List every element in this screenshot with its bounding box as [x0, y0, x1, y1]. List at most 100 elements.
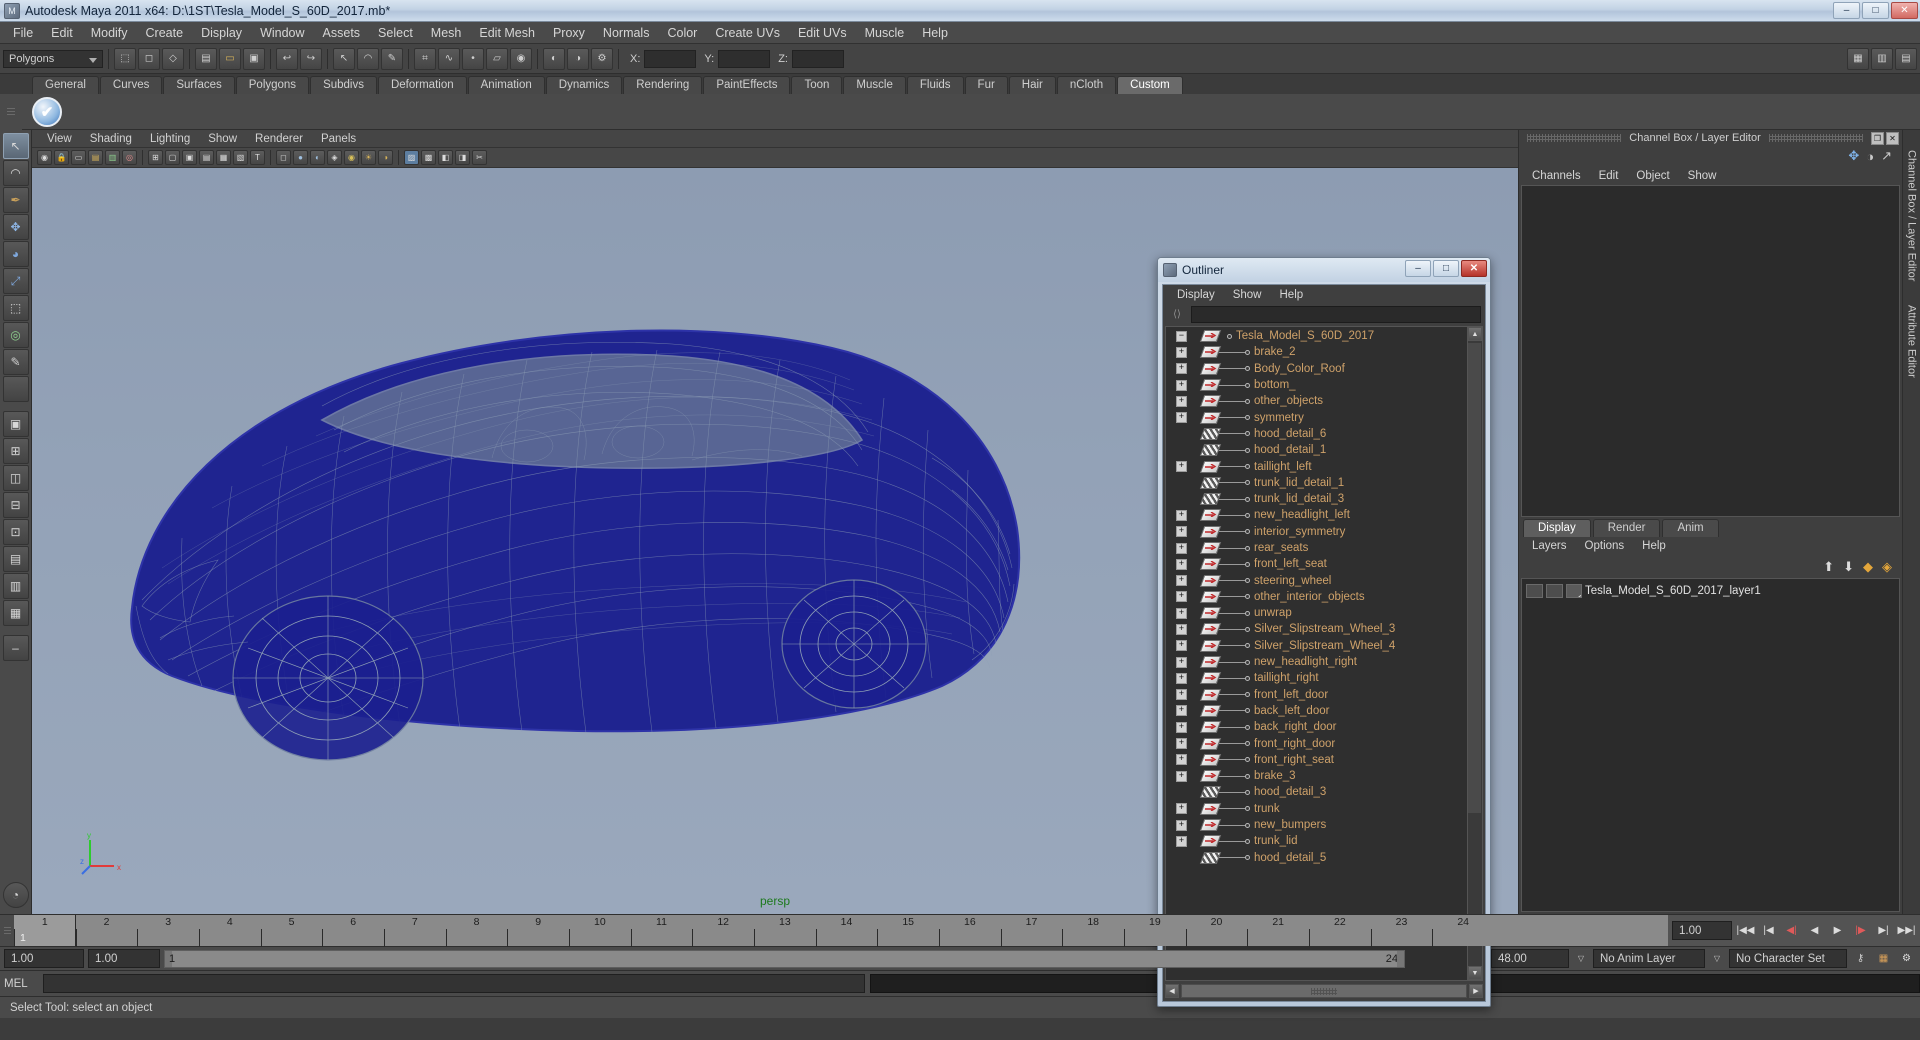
- outliner-item-label[interactable]: Silver_Slipstream_Wheel_3: [1254, 623, 1395, 635]
- key-icon[interactable]: ⚷: [1851, 949, 1870, 968]
- playback-controls[interactable]: 1.00 |◀◀ |◀ ◀| ◀ ▶ |▶ ▶| ▶▶|: [1668, 915, 1920, 946]
- shelf-toolbar[interactable]: ✔: [0, 94, 1920, 130]
- channel-box-fields[interactable]: [1521, 185, 1900, 517]
- two-pane-stacked-layout-icon[interactable]: ▥: [3, 573, 29, 599]
- wireframe-on-shaded-icon[interactable]: ◈: [327, 150, 342, 165]
- play-forwards-button[interactable]: ▶: [1828, 921, 1847, 940]
- expand-icon[interactable]: +: [1176, 640, 1187, 651]
- expand-icon[interactable]: +: [1176, 347, 1187, 358]
- expand-icon[interactable]: +: [1176, 363, 1187, 374]
- expand-icon[interactable]: +: [1176, 722, 1187, 733]
- select-camera-icon[interactable]: ◉: [37, 150, 52, 165]
- paint-select-icon[interactable]: ✎: [381, 48, 403, 70]
- outliner-item-label[interactable]: taillight_left: [1254, 461, 1312, 473]
- layer-menu-options[interactable]: Options: [1576, 540, 1634, 552]
- outliner-menu-display[interactable]: Display: [1168, 289, 1224, 301]
- shelf-tab-bar[interactable]: GeneralCurvesSurfacesPolygonsSubdivsDefo…: [0, 74, 1920, 94]
- expand-icon[interactable]: +: [1176, 836, 1187, 847]
- lock-camera-icon[interactable]: 🔒: [54, 150, 69, 165]
- select-by-component-icon[interactable]: ◇: [162, 48, 184, 70]
- outliner-menu-help[interactable]: Help: [1271, 289, 1313, 301]
- anim-layer-selector[interactable]: No Anim Layer: [1593, 949, 1705, 968]
- image-plane-icon[interactable]: ▥: [105, 150, 120, 165]
- outliner-item[interactable]: −Tesla_Model_S_60D_2017: [1166, 328, 1467, 344]
- outliner-item-label[interactable]: trunk_lid: [1254, 835, 1297, 847]
- new-scene-icon[interactable]: ▤: [195, 48, 217, 70]
- outliner-window-controls[interactable]: – □ ✕: [1405, 260, 1487, 277]
- outliner-item-label[interactable]: new_headlight_left: [1254, 509, 1350, 521]
- two-pane-side-layout-icon[interactable]: ▦: [3, 600, 29, 626]
- menu-create[interactable]: Create: [137, 24, 193, 42]
- move-layer-down-icon[interactable]: ⬇: [1843, 559, 1854, 575]
- resolution-gate-icon[interactable]: ▣: [182, 150, 197, 165]
- outliner-item-label[interactable]: hood_detail_5: [1254, 852, 1326, 864]
- outliner-search-input[interactable]: [1191, 306, 1481, 323]
- range-slider-row[interactable]: 1.00 1.00 1 24 24.00 48.00 ▽ No Anim Lay…: [0, 946, 1920, 970]
- outliner-item-label[interactable]: trunk_lid_detail_1: [1254, 477, 1344, 489]
- menu-assets[interactable]: Assets: [314, 24, 370, 42]
- close-button[interactable]: ✕: [1891, 2, 1918, 19]
- expand-icon[interactable]: +: [1176, 380, 1187, 391]
- outliner-item[interactable]: trunk_lid_detail_3: [1166, 491, 1467, 507]
- soft-modification-icon[interactable]: ◎: [3, 322, 29, 348]
- shelf-tab-animation[interactable]: Animation: [468, 76, 545, 94]
- viewport-menu-view[interactable]: View: [38, 133, 81, 145]
- expand-icon[interactable]: +: [1176, 543, 1187, 554]
- menu-edit[interactable]: Edit: [42, 24, 82, 42]
- gamma-icon[interactable]: ◨: [455, 150, 470, 165]
- menu-edit-mesh[interactable]: Edit Mesh: [470, 24, 544, 42]
- layer-name[interactable]: Tesla_Model_S_60D_2017_layer1: [1585, 585, 1761, 597]
- autokey-icon[interactable]: ▦: [1874, 949, 1893, 968]
- minimize-button[interactable]: –: [1833, 2, 1860, 19]
- open-scene-icon[interactable]: ▭: [219, 48, 241, 70]
- expand-icon[interactable]: +: [1176, 608, 1187, 619]
- lasso-tool-icon[interactable]: ◠: [3, 160, 29, 186]
- outliner-item[interactable]: +symmetry: [1166, 409, 1467, 425]
- layer-row[interactable]: Tesla_Model_S_60D_2017_layer1: [1522, 582, 1899, 600]
- outliner-item[interactable]: +new_headlight_left: [1166, 507, 1467, 523]
- outliner-list[interactable]: −Tesla_Model_S_60D_2017+brake_2+Body_Col…: [1166, 327, 1467, 980]
- outliner-item-label[interactable]: other_interior_objects: [1254, 591, 1365, 603]
- coord-z-field[interactable]: [792, 50, 844, 68]
- menu-display[interactable]: Display: [192, 24, 251, 42]
- outliner-item[interactable]: hood_detail_6: [1166, 426, 1467, 442]
- show-manipulator-icon[interactable]: [3, 376, 29, 402]
- shelf-tab-dynamics[interactable]: Dynamics: [546, 76, 622, 94]
- outliner-item-label[interactable]: interior_symmetry: [1254, 526, 1345, 538]
- time-slider-track[interactable]: 1123456789101112131415161718192021222324: [14, 915, 1668, 946]
- outliner-item[interactable]: +front_left_door: [1166, 687, 1467, 703]
- expand-icon[interactable]: +: [1176, 689, 1187, 700]
- outliner-item[interactable]: +front_left_seat: [1166, 556, 1467, 572]
- expand-icon[interactable]: +: [1176, 705, 1187, 716]
- outliner-item-label[interactable]: Tesla_Model_S_60D_2017: [1236, 330, 1374, 342]
- menu-create-uvs[interactable]: Create UVs: [706, 24, 789, 42]
- menu-proxy[interactable]: Proxy: [544, 24, 594, 42]
- outliner-item[interactable]: +trunk: [1166, 801, 1467, 817]
- new-layer-from-selected-icon[interactable]: ◈: [1882, 559, 1892, 575]
- select-tool-icon[interactable]: ↖: [3, 133, 29, 159]
- shelf-tab-rendering[interactable]: Rendering: [623, 76, 702, 94]
- layer-menu-layers[interactable]: Layers: [1523, 540, 1576, 552]
- expand-icon[interactable]: +: [1176, 803, 1187, 814]
- layer-menu-help[interactable]: Help: [1633, 540, 1675, 552]
- menu-color[interactable]: Color: [658, 24, 706, 42]
- expand-icon[interactable]: +: [1176, 461, 1187, 472]
- move-layer-up-icon[interactable]: ⬆: [1823, 559, 1834, 575]
- expand-icon[interactable]: +: [1176, 396, 1187, 407]
- outliner-close-button[interactable]: ✕: [1461, 260, 1487, 277]
- right-dock-vertical-tabs[interactable]: Channel Box / Layer Editor Attribute Edi…: [1902, 130, 1920, 914]
- render-settings-icon[interactable]: ⚙: [591, 48, 613, 70]
- expand-icon[interactable]: +: [1176, 624, 1187, 635]
- expand-icon[interactable]: +: [1176, 754, 1187, 765]
- hscroll-right-button[interactable]: ▶: [1469, 984, 1483, 998]
- menu-window[interactable]: Window: [251, 24, 313, 42]
- channel-box-menu-bar[interactable]: ChannelsEditObjectShow: [1519, 166, 1902, 185]
- select-by-hierarchy-icon[interactable]: ⬚: [114, 48, 136, 70]
- paint-select-tool-icon[interactable]: ✒: [3, 187, 29, 213]
- expand-icon[interactable]: +: [1176, 738, 1187, 749]
- xray-toggle-icon[interactable]: ▨: [404, 150, 419, 165]
- range-right-grip[interactable]: [1397, 951, 1404, 967]
- layer-tab-render[interactable]: Render: [1593, 519, 1661, 537]
- outliner-maximize-button[interactable]: □: [1433, 260, 1459, 277]
- tool-box[interactable]: ↖ ◠ ✒ ✥ ◕ ⤢ ⬚ ◎ ✎ ▣ ⊞ ◫ ⊟ ⊡ ▤ ▥ ▦ – ◔: [0, 130, 32, 914]
